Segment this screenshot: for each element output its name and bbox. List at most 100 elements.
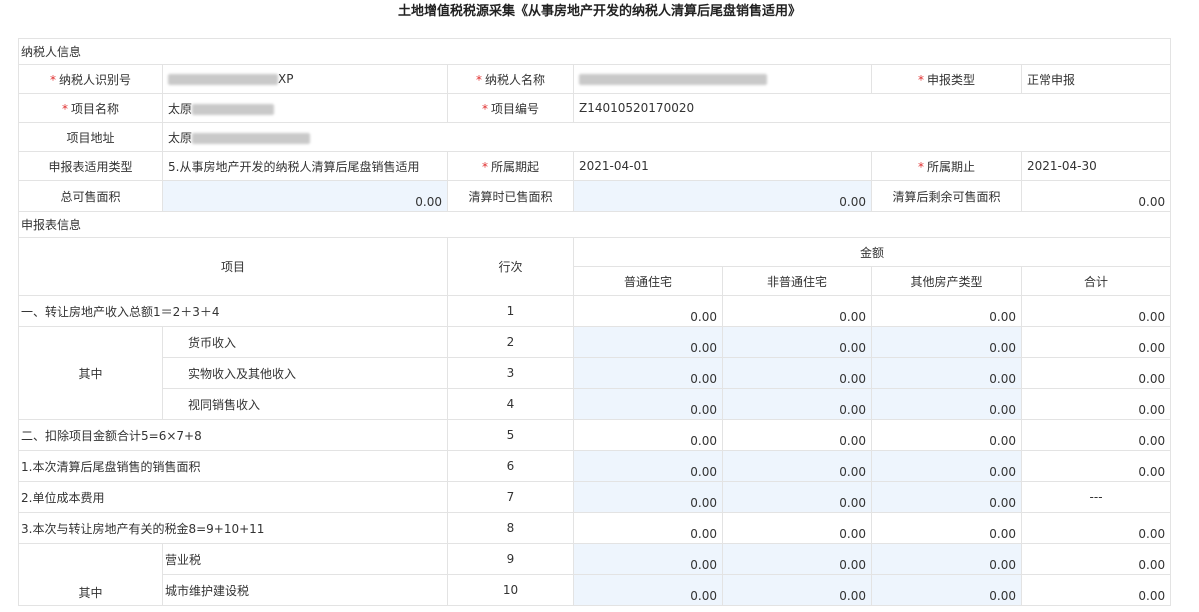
taxpayer-name-label: * 纳税人名称 [447, 64, 574, 94]
row-label: 2.单位成本费用 [18, 481, 448, 513]
row-line: 10 [447, 574, 574, 606]
amount-input[interactable]: 0.00 [871, 481, 1022, 513]
table-row: 一、转让房地产收入总额1＝2＋3＋4 1 0.00 0.00 0.00 0.00 [18, 295, 1172, 327]
cell-value: 0.00 [1020, 419, 1172, 451]
sold-area-input[interactable]: 0.00 [573, 180, 872, 212]
header-col-nonordinary: 非普通住宅 [722, 266, 872, 296]
redacted-mask [168, 74, 278, 85]
amount-input[interactable]: 0.00 [722, 388, 872, 420]
required-marker: * [49, 72, 56, 87]
project-name-field[interactable]: 太原 [162, 93, 448, 123]
project-addr-field[interactable]: 太原 [161, 122, 1172, 152]
amount-input[interactable]: 0.00 [722, 450, 872, 482]
remain-area-value: 0.00 [1020, 180, 1172, 212]
row-label: 3.本次与转让房地产有关的税金8=9+10+11 [18, 512, 448, 544]
total-area-input[interactable]: 0.00 [162, 180, 448, 212]
row-line: 3 [447, 357, 574, 389]
group-label: 其中 [18, 326, 163, 420]
cell-value: 0.00 [722, 512, 872, 544]
amount-input[interactable]: 0.00 [573, 388, 723, 420]
amount-input[interactable]: 0.00 [871, 357, 1022, 389]
period-start-label: * 所属期起 [447, 151, 574, 181]
group-label: 其中 [18, 543, 163, 606]
required-marker: * [61, 101, 68, 116]
cell-value: 0.00 [573, 512, 723, 544]
form-type-label: 申报表适用类型 [18, 151, 163, 181]
cell-value: --- [1020, 481, 1172, 513]
table-row: 其中 货币收入 2 0.00 0.00 0.00 0.00 [18, 326, 1172, 420]
cell-value: 0.00 [1020, 512, 1172, 544]
redacted-mask [192, 103, 275, 115]
declare-type-field[interactable]: 正常申报 [1020, 64, 1172, 94]
redacted-mask [192, 132, 311, 144]
required-marker: * [475, 72, 482, 87]
amount-input[interactable]: 0.00 [871, 388, 1022, 420]
amount-input[interactable]: 0.00 [722, 326, 872, 358]
period-end-label: * 所属期止 [871, 151, 1022, 181]
tax-form-table: 纳税人信息 * 纳税人识别号 XP * 纳税人名称 * 申报类型 正常申报 * 项目名称… [17, 38, 1172, 606]
cell-value: 0.00 [1020, 295, 1172, 327]
required-marker: * [917, 72, 924, 87]
report-section-title: 申报表信息 [17, 211, 1172, 238]
cell-value: 0.00 [871, 295, 1022, 327]
amount-input[interactable]: 0.00 [722, 543, 872, 575]
row-label: 货币收入 [162, 326, 448, 358]
required-marker: * [481, 159, 488, 174]
project-name-label: * 项目名称 [18, 93, 163, 123]
taxpayer-id-label: * 纳税人识别号 [18, 64, 163, 94]
row-label: 视同销售收入 [162, 388, 448, 420]
total-area-label: 总可售面积 [18, 180, 163, 212]
amount-input[interactable]: 0.00 [573, 450, 723, 482]
taxpayer-id-field[interactable]: XP [162, 64, 448, 94]
cell-value: 0.00 [1020, 388, 1172, 420]
amount-input[interactable]: 0.00 [871, 574, 1022, 606]
cell-value: 0.00 [1020, 543, 1172, 575]
form-type-field[interactable]: 5.从事房地产开发的纳税人清算后尾盘销售适用 [162, 151, 448, 181]
header-line: 行次 [447, 237, 574, 296]
amount-input[interactable]: 0.00 [573, 574, 723, 606]
amount-input[interactable]: 0.00 [722, 481, 872, 513]
project-addr-label: 项目地址 [18, 122, 163, 152]
amount-input[interactable]: 0.00 [573, 326, 723, 358]
cell-value: 0.00 [1020, 326, 1172, 358]
taxpayer-section-title: 纳税人信息 [17, 38, 1172, 65]
amount-input[interactable]: 0.00 [871, 326, 1022, 358]
row-label: 一、转让房地产收入总额1＝2＋3＋4 [18, 295, 448, 327]
amount-input[interactable]: 0.00 [573, 543, 723, 575]
table-row: 3.本次与转让房地产有关的税金8=9+10+11 8 0.00 0.00 0.0… [18, 512, 1172, 544]
declare-type-label: * 申报类型 [871, 64, 1022, 94]
row-line: 7 [447, 481, 574, 513]
row-label: 实物收入及其他收入 [162, 357, 448, 389]
taxpayer-name-field[interactable] [573, 64, 872, 94]
amount-input[interactable]: 0.00 [871, 543, 1022, 575]
row-label: 营业税 [162, 543, 448, 575]
cell-value: 0.00 [1020, 450, 1172, 482]
cell-value: 0.00 [573, 295, 723, 327]
cell-value: 0.00 [722, 419, 872, 451]
project-no-field[interactable]: Z14010520170020 [572, 93, 1172, 123]
amount-input[interactable]: 0.00 [573, 481, 723, 513]
header-item: 项目 [18, 237, 448, 296]
period-start-field[interactable]: 2021-04-01 [573, 151, 872, 181]
row-label: 二、扣除项目金额合计5=6×7+8 [18, 419, 448, 451]
amount-input[interactable]: 0.00 [871, 450, 1022, 482]
cell-value: 0.00 [1020, 357, 1172, 389]
project-no-label: * 项目编号 [447, 93, 574, 123]
table-row: 实物收入及其他收入 3 0.00 0.00 0.00 0.00 [19, 357, 1172, 389]
cell-value: 0.00 [871, 512, 1022, 544]
amount-input[interactable]: 0.00 [573, 357, 723, 389]
cell-value: 0.00 [1020, 574, 1172, 606]
row-line: 9 [447, 543, 574, 575]
page-title: 土地增值税税源采集《从事房地产开发的纳税人清算后尾盘销售适用》 [397, 4, 801, 19]
amount-input[interactable]: 0.00 [722, 357, 872, 389]
row-line: 2 [447, 326, 574, 358]
period-end-field[interactable]: 2021-04-30 [1020, 151, 1172, 181]
cell-value: 0.00 [871, 419, 1022, 451]
header-col-total: 合计 [1020, 266, 1172, 296]
table-row: 2.单位成本费用 7 0.00 0.00 0.00 --- [18, 481, 1172, 513]
row-label: 城市维护建设税 [162, 574, 448, 606]
remain-area-label: 清算后剩余可售面积 [871, 180, 1022, 212]
amount-input[interactable]: 0.00 [722, 574, 872, 606]
header-col-ordinary: 普通住宅 [573, 266, 723, 296]
redacted-mask [579, 74, 767, 85]
